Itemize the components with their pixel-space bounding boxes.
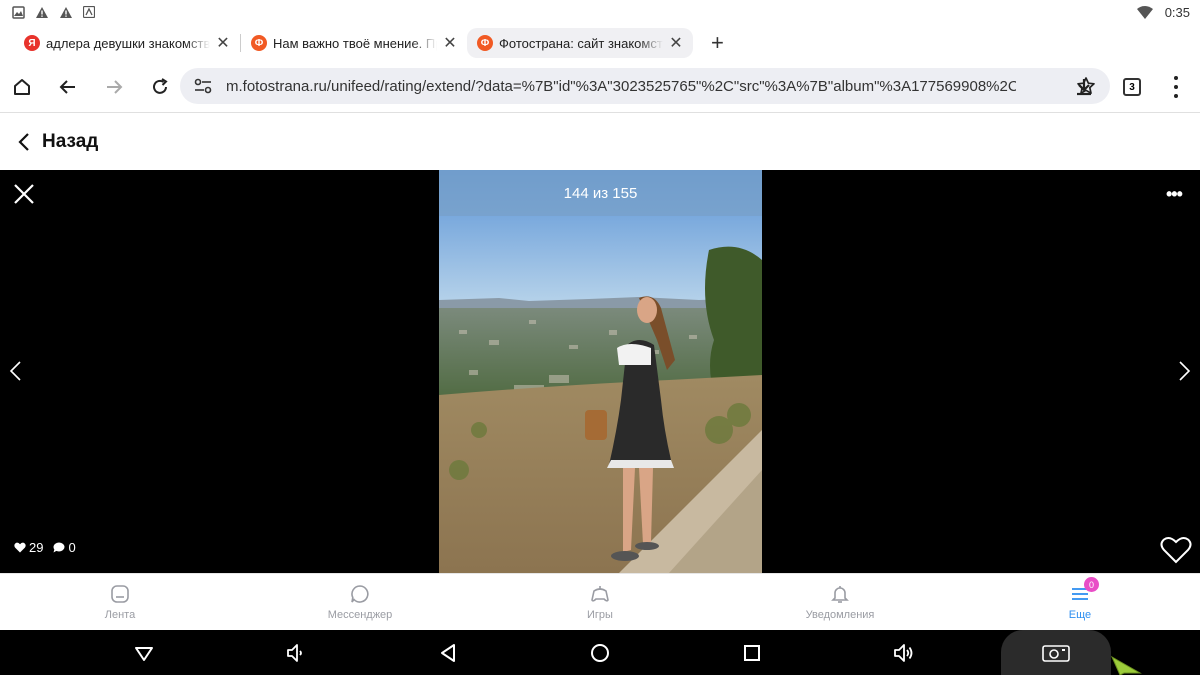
- comments-stat: 0: [53, 540, 76, 555]
- next-photo-icon[interactable]: [1176, 360, 1192, 382]
- gallery-notification-icon: [12, 5, 25, 19]
- photo-counter: 144 из 155: [439, 170, 762, 216]
- new-tab-icon[interactable]: +: [711, 30, 724, 56]
- yandex-favicon-icon: Я: [24, 35, 40, 51]
- fotostrana-favicon-icon: Ф: [251, 35, 267, 51]
- forward-arrow-icon[interactable]: [102, 75, 126, 99]
- nav-item-notifications[interactable]: Уведомления: [720, 574, 960, 630]
- browser-tab-3-active[interactable]: Ф Фотострана: сайт знакомств ✕: [467, 28, 693, 58]
- likes-count: 29: [29, 540, 44, 555]
- nav-item-more[interactable]: 0 Еще: [960, 574, 1200, 630]
- volume-up-icon[interactable]: [892, 642, 914, 664]
- tab-title: адлера девушки знакомства: [46, 35, 210, 51]
- tab-switcher-button[interactable]: 3: [1123, 78, 1141, 96]
- screenshot-button[interactable]: [1001, 630, 1111, 675]
- photo-viewer: ••• 144 из 155 29 0: [0, 170, 1200, 573]
- fotostrana-favicon-icon: Ф: [477, 35, 493, 51]
- camera-icon: [1042, 645, 1070, 662]
- wifi-icon: [1136, 5, 1153, 19]
- page-header: Назад: [0, 113, 1200, 170]
- notification-badge: 0: [1084, 577, 1099, 592]
- likes-stat: 29: [14, 540, 43, 555]
- comment-icon: [53, 542, 65, 553]
- volume-down-icon[interactable]: [284, 642, 306, 664]
- mouse-cursor-icon: [1110, 655, 1142, 675]
- site-settings-icon[interactable]: [194, 78, 212, 94]
- close-tab-icon[interactable]: ✕: [669, 33, 683, 53]
- more-options-icon[interactable]: •••: [1166, 184, 1183, 205]
- download-icon[interactable]: [1072, 75, 1096, 99]
- overflow-menu-icon[interactable]: [1172, 76, 1180, 98]
- nav-item-label: Еще: [1068, 609, 1092, 621]
- nav-item-games[interactable]: Игры: [480, 574, 720, 630]
- nav-item-feed[interactable]: Лента: [0, 574, 240, 630]
- bell-icon: [829, 583, 851, 605]
- bottom-navigation: Лента Мессенджер Игры Уведомления 0 Еще: [0, 573, 1200, 630]
- url-text: m.fotostrana.ru/unifeed/rating/extend/?d…: [226, 77, 1016, 95]
- nav-item-label: Игры: [587, 609, 613, 621]
- tab-count: 3: [1123, 78, 1141, 96]
- tab-title: Фотострана: сайт знакомств: [499, 35, 663, 51]
- back-triangle-icon[interactable]: [437, 642, 459, 664]
- games-icon: [589, 583, 611, 605]
- back-chevron-icon[interactable]: [18, 132, 30, 152]
- browser-tab-1[interactable]: Я адлера девушки знакомства ✕: [14, 28, 240, 58]
- recents-square-icon[interactable]: [741, 642, 763, 664]
- close-tab-icon[interactable]: ✕: [443, 33, 457, 53]
- nav-item-label: Уведомления: [805, 609, 875, 621]
- feed-icon: [109, 583, 131, 605]
- nav-item-messenger[interactable]: Мессенджер: [240, 574, 480, 630]
- like-heart-icon[interactable]: [1160, 536, 1192, 564]
- back-arrow-icon[interactable]: [56, 75, 80, 99]
- nav-item-label: Лента: [104, 609, 136, 621]
- close-icon[interactable]: [12, 182, 36, 206]
- warning-notification-icon: [60, 6, 72, 18]
- app-notification-icon: [83, 5, 95, 18]
- address-bar[interactable]: m.fotostrana.ru/unifeed/rating/extend/?d…: [180, 68, 1110, 104]
- back-link[interactable]: Назад: [42, 131, 98, 153]
- comments-count: 0: [68, 540, 76, 555]
- photo-stats: 29 0: [14, 540, 76, 555]
- heart-icon: [14, 542, 26, 553]
- previous-photo-icon[interactable]: [8, 360, 24, 382]
- home-icon[interactable]: [10, 75, 34, 99]
- messenger-icon: [349, 583, 371, 605]
- tab-title: Нам важно твоё мнение. Пройди: [273, 35, 437, 51]
- browser-toolbar: m.fotostrana.ru/unifeed/rating/extend/?d…: [0, 62, 1200, 112]
- warning-notification-icon: [36, 6, 48, 18]
- photo-image[interactable]: 144 из 155: [439, 170, 762, 573]
- close-tab-icon[interactable]: ✕: [216, 33, 230, 53]
- hide-keyboard-icon[interactable]: [133, 642, 155, 664]
- clock: 0:35: [1164, 4, 1190, 20]
- status-bar: 0:35: [0, 0, 1200, 24]
- reload-icon[interactable]: [148, 75, 172, 99]
- nav-item-label: Мессенджер: [327, 609, 393, 621]
- tab-strip: Я адлера девушки знакомства ✕ Ф Нам важн…: [0, 24, 1200, 62]
- menu-icon: 0: [1069, 577, 1099, 605]
- home-circle-icon[interactable]: [589, 642, 611, 664]
- browser-tab-2[interactable]: Ф Нам важно твоё мнение. Пройди ✕: [241, 28, 467, 58]
